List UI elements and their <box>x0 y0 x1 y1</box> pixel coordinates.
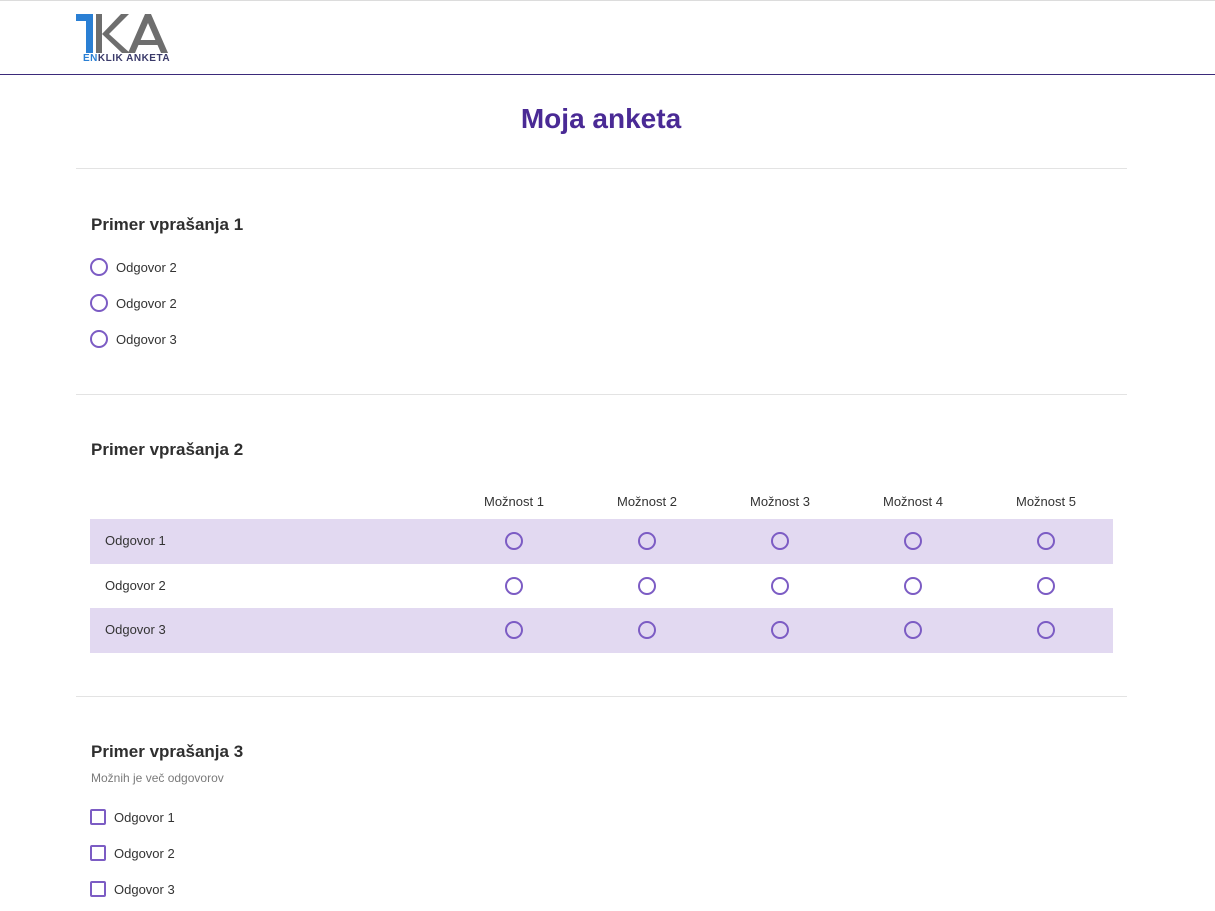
checkbox[interactable] <box>90 809 106 825</box>
radio-button[interactable] <box>1037 532 1055 551</box>
radio-button[interactable] <box>90 294 108 312</box>
matrix-header: Možnost 1 Možnost 2 Možnost 3 Možnost 4 … <box>90 486 1113 519</box>
header: ENKLIK ANKETA <box>0 1 1215 75</box>
radio-button[interactable] <box>771 576 789 595</box>
matrix-table: Možnost 1 Možnost 2 Možnost 3 Možnost 4 … <box>90 486 1113 653</box>
radio-button[interactable] <box>505 576 523 595</box>
option-label: Odgovor 2 <box>116 259 177 275</box>
checkbox[interactable] <box>90 845 106 861</box>
radio-button[interactable] <box>904 621 922 640</box>
option-label: Odgovor 3 <box>116 331 177 347</box>
matrix-row: Odgovor 2 <box>90 564 1113 609</box>
option-label: Odgovor 2 <box>116 295 177 311</box>
radio-button[interactable] <box>904 576 922 595</box>
matrix-row: Odgovor 1 <box>90 519 1113 564</box>
column-header: Možnost 5 <box>1016 494 1076 509</box>
column-header: Možnost 3 <box>750 494 810 509</box>
q1-option-3[interactable]: Odgovor 3 <box>90 329 177 349</box>
question-1-title: Primer vprašanja 1 <box>91 215 244 234</box>
column-header: Možnost 2 <box>617 494 677 509</box>
q1-option-1[interactable]: Odgovor 2 <box>90 257 177 277</box>
column-header: Možnost 1 <box>484 494 544 509</box>
q3-option-1[interactable]: Odgovor 1 <box>90 807 175 827</box>
option-label: Odgovor 1 <box>114 809 175 825</box>
radio-button[interactable] <box>90 330 108 348</box>
radio-button[interactable] <box>638 576 656 595</box>
q3-option-2[interactable]: Odgovor 2 <box>90 843 175 863</box>
radio-button[interactable] <box>90 258 108 276</box>
radio-button[interactable] <box>505 532 523 551</box>
radio-button[interactable] <box>638 532 656 551</box>
radio-button[interactable] <box>1037 621 1055 640</box>
divider <box>76 168 1127 169</box>
divider <box>76 696 1127 697</box>
question-3-note: Možnih je več odgovorov <box>91 771 224 785</box>
divider <box>76 394 1127 395</box>
checkbox[interactable] <box>90 881 106 897</box>
radio-button[interactable] <box>638 621 656 640</box>
radio-button[interactable] <box>771 532 789 551</box>
survey-title: Moja anketa <box>520 103 682 134</box>
question-3-title: Primer vprašanja 3 <box>91 742 244 761</box>
row-label: Odgovor 1 <box>105 533 166 548</box>
radio-button[interactable] <box>771 621 789 640</box>
column-header: Možnost 4 <box>883 494 943 509</box>
q3-option-3[interactable]: Odgovor 3 <box>90 879 175 899</box>
option-label: Odgovor 2 <box>114 845 175 861</box>
radio-button[interactable] <box>1037 576 1055 595</box>
option-label: Odgovor 3 <box>114 881 175 897</box>
radio-button[interactable] <box>904 532 922 551</box>
row-label: Odgovor 2 <box>105 577 166 593</box>
matrix-row: Odgovor 3 <box>90 608 1113 653</box>
row-label: Odgovor 3 <box>105 622 166 637</box>
question-2-title: Primer vprašanja 2 <box>91 440 244 459</box>
radio-button[interactable] <box>505 621 523 640</box>
q1-option-2[interactable]: Odgovor 2 <box>90 293 177 313</box>
logo-caption: ENKLIK ANKETA <box>83 53 171 64</box>
